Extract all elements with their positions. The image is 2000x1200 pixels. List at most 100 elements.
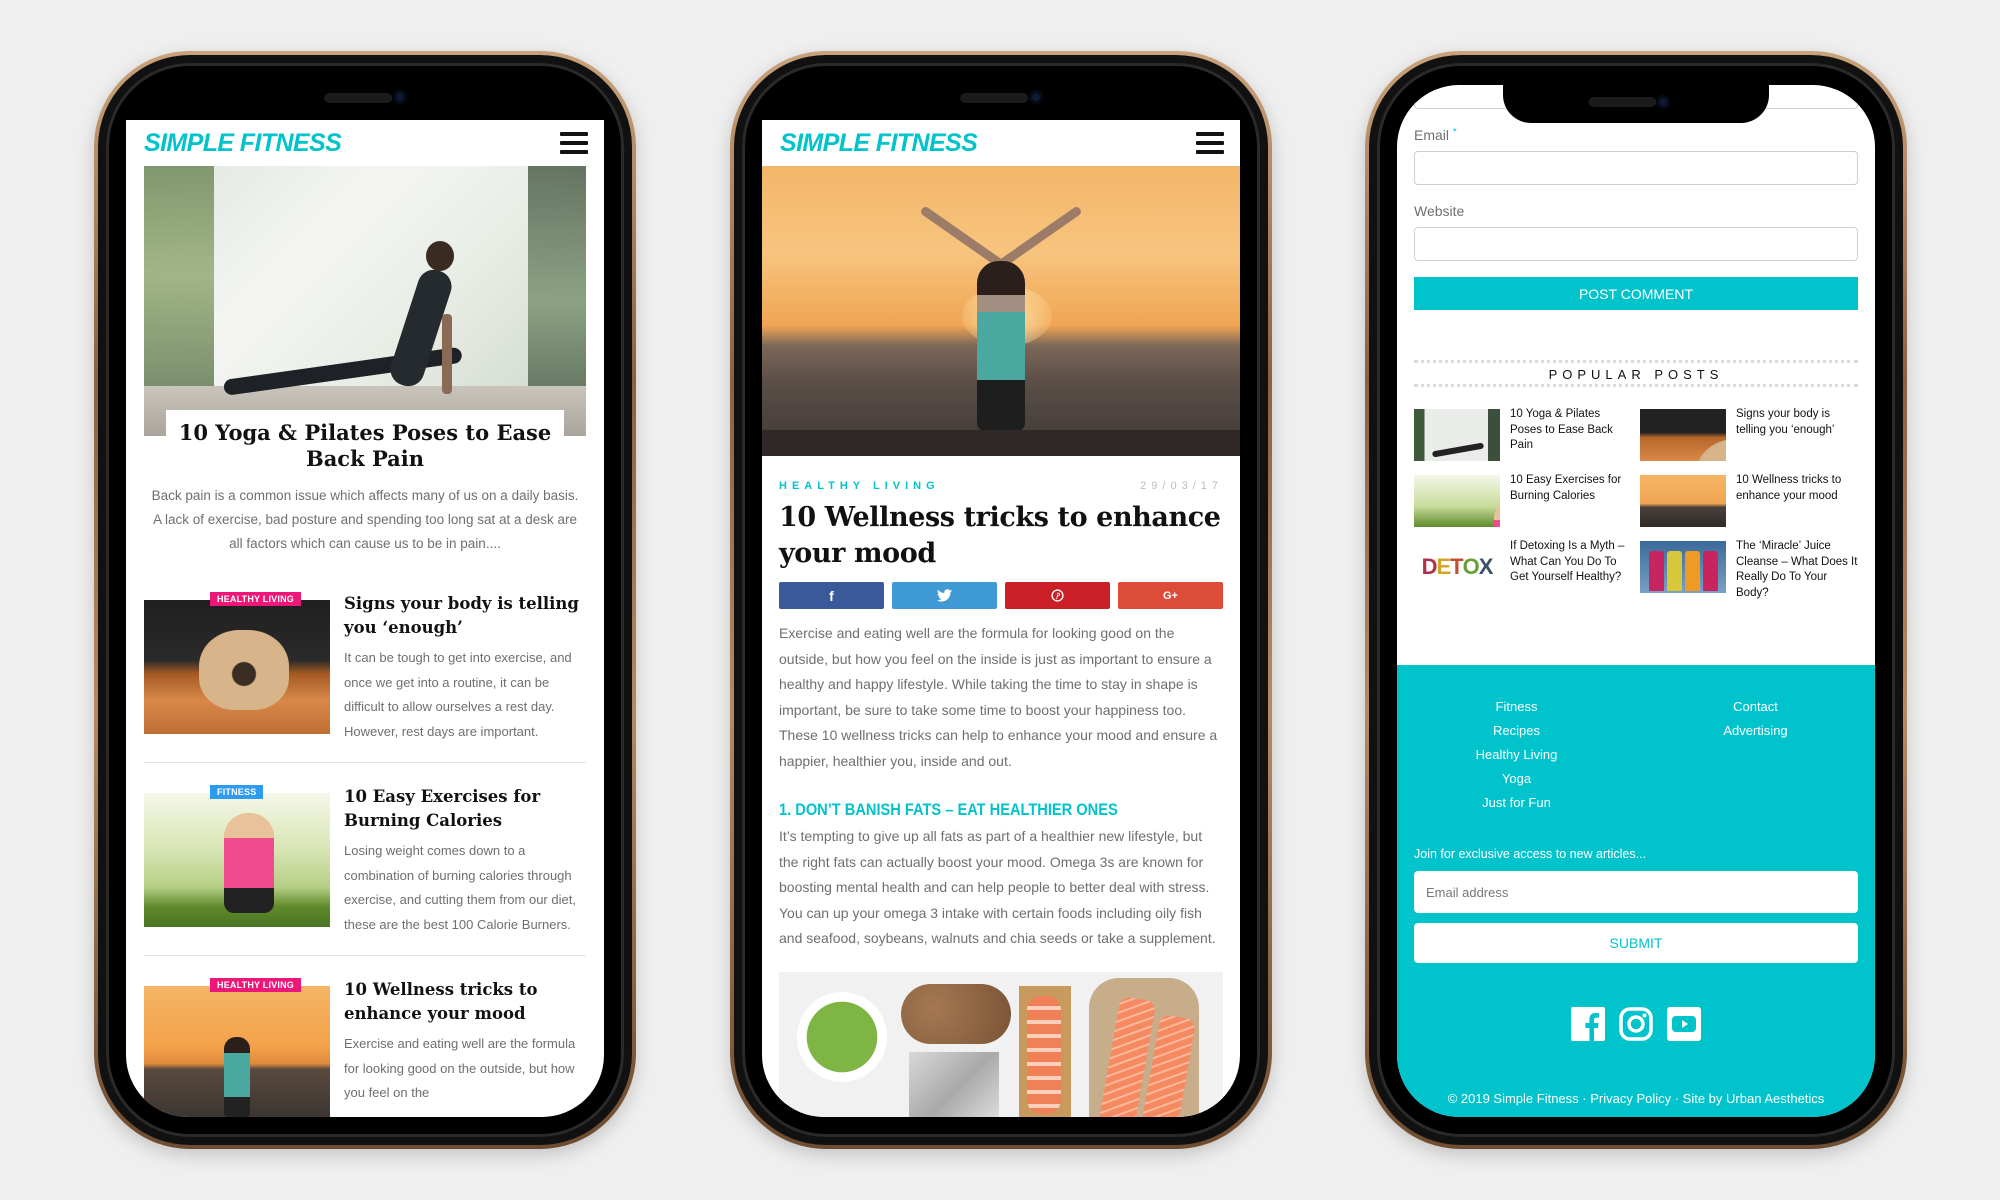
post-title[interactable]: 10 Wellness tricks to enhance your mood (344, 978, 586, 1026)
popular-post-title[interactable]: If Detoxing Is a Myth – What Can You Do … (1500, 539, 1632, 601)
category-badge[interactable]: FITNESS (210, 785, 264, 799)
google-plus-icon: G+ (1163, 589, 1178, 602)
popular-thumb-detox[interactable]: DETOX (1414, 541, 1500, 593)
youtube-icon[interactable] (1667, 1007, 1701, 1041)
article-body: HEALTHY LIVING 29/03/17 10 Wellness tric… (762, 480, 1240, 1117)
front-camera (1656, 95, 1670, 109)
category-badge[interactable]: HEALTHY LIVING (210, 978, 301, 992)
article-category[interactable]: HEALTHY LIVING (779, 480, 940, 492)
post-thumbnail-woman[interactable]: FITNESS (144, 785, 330, 927)
detox-letter: E (1436, 554, 1451, 579)
email-label: Email * (1414, 127, 1858, 143)
popular-post-item[interactable]: The ‘Miracle’ Juice Cleanse – What Does … (1640, 539, 1858, 601)
speaker-grille (1588, 97, 1657, 107)
article-hero-image (762, 166, 1240, 456)
share-pinterest-button[interactable] (1005, 582, 1110, 609)
footer-link-recipes[interactable]: Recipes (1397, 719, 1636, 743)
footer-link-advertising[interactable]: Advertising (1636, 719, 1875, 743)
footer-link-healthy-living[interactable]: Healthy Living (1397, 743, 1636, 767)
speaker-grille (960, 93, 1029, 103)
phone-bezel: SIMPLE FITNESS HEALTHY LIVING 29/03/17 1… (742, 63, 1260, 1137)
featured-title[interactable]: 10 Yoga & Pilates Poses to Ease Back Pai… (176, 420, 554, 472)
footer-info: Contact Advertising (1636, 695, 1875, 815)
social-links (1397, 1007, 1875, 1041)
site-header: SIMPLE FITNESS (762, 120, 1240, 166)
home-screen: SIMPLE FITNESS 10 Yoga & Pilates Poses t… (126, 120, 604, 1117)
post-list-item[interactable]: HEALTHY LIVING 10 Wellness tricks to enh… (144, 956, 586, 1117)
featured-image-yoga[interactable] (144, 166, 586, 436)
popular-post-title[interactable]: 10 Easy Exercises for Burning Calories (1500, 473, 1632, 527)
article-food-image (779, 971, 1223, 1117)
site-logo[interactable]: SIMPLE FITNESS (144, 129, 342, 158)
footer-categories: Fitness Recipes Healthy Living Yoga Just… (1397, 695, 1636, 815)
website-label: Website (1414, 203, 1465, 219)
facebook-icon: f (829, 587, 834, 604)
copyright-text: © 2019 Simple Fitness · Privacy Policy ·… (1447, 1091, 1825, 1106)
article-title: 10 Wellness tricks to enhance your mood (779, 502, 1221, 569)
phone-frame-article: SIMPLE FITNESS HEALTHY LIVING 29/03/17 1… (730, 51, 1272, 1149)
front-camera (393, 90, 407, 104)
section-heading: 1. DON’T BANISH FATS – EAT HEALTHIER ONE… (779, 800, 1118, 819)
post-thumbnail-pug[interactable]: HEALTHY LIVING (144, 592, 330, 734)
popular-thumb-sunset[interactable] (1640, 475, 1726, 527)
popular-posts-heading: POPULAR POSTS (1414, 360, 1858, 387)
phone-bezel: SIMPLE FITNESS 10 Yoga & Pilates Poses t… (106, 63, 624, 1137)
website-field[interactable] (1414, 227, 1858, 261)
popular-post-title[interactable]: 10 Wellness tricks to enhance your mood (1726, 473, 1858, 527)
email-label-text: Email (1414, 127, 1450, 143)
popular-thumb-juice[interactable] (1640, 541, 1726, 593)
share-google-plus-button[interactable]: G+ (1118, 582, 1223, 609)
phone-body: SIMPLE FITNESS 10 Yoga & Pilates Poses t… (98, 55, 632, 1145)
popular-post-item[interactable]: 10 Easy Exercises for Burning Calories (1414, 473, 1632, 527)
category-badge[interactable]: HEALTHY LIVING (210, 592, 301, 606)
comment-form: Email * Website POST COMMENT POPULAR POS… (1397, 85, 1875, 601)
popular-post-item[interactable]: DETOX If Detoxing Is a Myth – What Can Y… (1414, 539, 1632, 601)
footer-screen: Email * Website POST COMMENT POPULAR POS… (1397, 85, 1875, 1117)
menu-hamburger-icon[interactable] (1196, 132, 1224, 154)
post-comment-button[interactable]: POST COMMENT (1414, 277, 1858, 310)
footer-link-just-for-fun[interactable]: Just for Fun (1397, 791, 1636, 815)
newsletter-email-input[interactable] (1414, 871, 1858, 913)
popular-post-title[interactable]: Signs your body is telling you ‘enough’ (1726, 407, 1858, 461)
popular-post-item[interactable]: 10 Wellness tricks to enhance your mood (1640, 473, 1858, 527)
popular-thumb-pug[interactable] (1640, 409, 1726, 461)
menu-hamburger-icon[interactable] (560, 132, 588, 154)
detox-letter: O (1462, 554, 1480, 579)
popular-thumb-yoga[interactable] (1414, 409, 1500, 461)
share-twitter-button[interactable] (892, 582, 997, 609)
footer-link-contact[interactable]: Contact (1636, 695, 1875, 719)
footer-links: Fitness Recipes Healthy Living Yoga Just… (1397, 695, 1875, 815)
popular-post-title[interactable]: 10 Yoga & Pilates Poses to Ease Back Pai… (1500, 407, 1632, 461)
post-list-item[interactable]: HEALTHY LIVING Signs your body is tellin… (144, 570, 586, 763)
footer-link-yoga[interactable]: Yoga (1397, 767, 1636, 791)
phone-body: Email * Website POST COMMENT POPULAR POS… (1369, 55, 1903, 1145)
newsletter-prompt: Join for exclusive access to new article… (1414, 847, 1647, 861)
required-mark: * (1452, 127, 1457, 138)
email-field[interactable] (1414, 151, 1858, 185)
footer-link-fitness[interactable]: Fitness (1397, 695, 1636, 719)
facebook-icon[interactable] (1571, 1007, 1605, 1041)
popular-post-item[interactable]: 10 Yoga & Pilates Poses to Ease Back Pai… (1414, 407, 1632, 461)
speaker-grille (324, 93, 393, 103)
post-title[interactable]: Signs your body is telling you ‘enough’ (344, 592, 586, 640)
post-list-item[interactable]: FITNESS 10 Easy Exercises for Burning Ca… (144, 763, 586, 956)
popular-post-item[interactable]: Signs your body is telling you ‘enough’ (1640, 407, 1858, 461)
detox-letter: D (1421, 554, 1438, 579)
share-facebook-button[interactable]: f (779, 582, 884, 609)
pinterest-icon (1051, 589, 1064, 602)
post-title[interactable]: 10 Easy Exercises for Burning Calories (344, 785, 586, 833)
popular-post-title[interactable]: The ‘Miracle’ Juice Cleanse – What Does … (1726, 539, 1858, 601)
article-meta: HEALTHY LIVING 29/03/17 (779, 480, 1223, 492)
popular-thumb-woman[interactable] (1414, 475, 1500, 527)
site-logo[interactable]: SIMPLE FITNESS (780, 129, 978, 158)
article-intro: Exercise and eating well are the formula… (779, 625, 1218, 769)
featured-excerpt: Back pain is a common issue which affect… (151, 488, 579, 551)
detox-letter: X (1478, 554, 1494, 579)
newsletter-submit-button[interactable]: SUBMIT (1414, 923, 1858, 963)
instagram-icon[interactable] (1619, 1007, 1653, 1041)
site-footer: Fitness Recipes Healthy Living Yoga Just… (1397, 665, 1875, 1117)
detox-letter: T (1450, 554, 1463, 579)
section-body: It’s tempting to give up all fats as par… (779, 828, 1216, 946)
post-thumbnail-sunset[interactable]: HEALTHY LIVING (144, 978, 330, 1117)
twitter-icon (937, 589, 952, 602)
